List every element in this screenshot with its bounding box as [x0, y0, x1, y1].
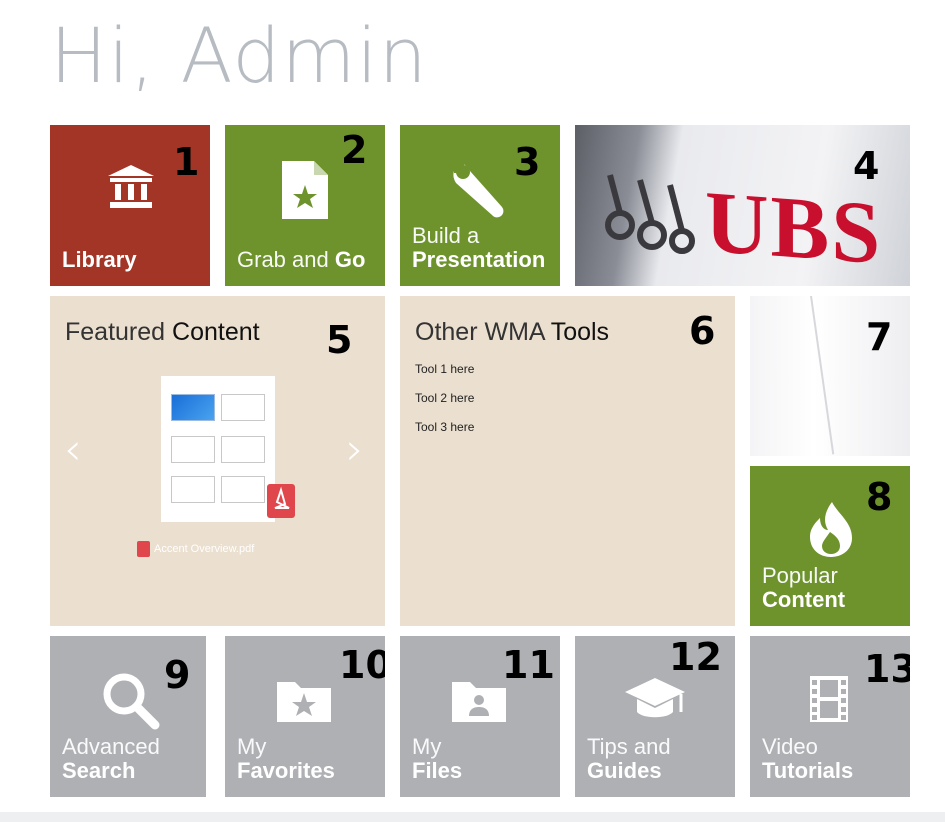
tile-build-presentation[interactable]: 3 Build a Presentation — [400, 125, 560, 286]
tile-popular-content[interactable]: 8 Popular Content — [750, 466, 910, 626]
tile-number: 8 — [866, 475, 893, 519]
featured-file-link[interactable]: Accent Overview.pdf — [137, 541, 254, 557]
image-stripe — [810, 296, 835, 455]
tile-featured-content[interactable]: Featured Content 5 ‹ › Accent Overview.p… — [50, 296, 385, 626]
pdf-small-icon — [137, 541, 150, 557]
tool-link[interactable]: Tool 2 here — [415, 391, 474, 405]
tile-label: Tips and Guides — [587, 734, 671, 783]
tile-grab-and-go[interactable]: 2 Grab and Go — [225, 125, 385, 286]
tool-link[interactable]: Tool 1 here — [415, 362, 474, 376]
tile-tips-guides[interactable]: 12 Tips and Guides — [575, 636, 735, 797]
featured-document-thumbnail[interactable] — [161, 376, 275, 522]
tile-my-files[interactable]: 11 My Files — [400, 636, 560, 797]
tile-other-tools[interactable]: Other WMA Tools 6 Tool 1 here Tool 2 her… — [400, 296, 735, 626]
starred-document-icon — [282, 161, 328, 219]
tile-my-favorites[interactable]: 10 My Favorites — [225, 636, 385, 797]
tile-number: 13 — [864, 647, 910, 691]
tool-link[interactable]: Tool 3 here — [415, 420, 474, 434]
search-icon — [103, 673, 160, 730]
film-strip-icon — [810, 676, 848, 722]
tile-video-tutorials[interactable]: 13 Video Tutorials — [750, 636, 910, 797]
tile-label: Build a Presentation — [412, 223, 546, 272]
tile-number: 6 — [689, 309, 716, 353]
tile-number: 12 — [669, 636, 722, 679]
carousel-next-button[interactable]: › — [346, 424, 364, 475]
tile-number: 2 — [341, 128, 368, 172]
flame-icon — [810, 502, 852, 557]
tile-number: 7 — [866, 315, 893, 359]
tile-number: 10 — [339, 643, 385, 687]
tile-number: 3 — [514, 140, 541, 184]
tile-ubs-image[interactable]: UBS 4 — [575, 125, 910, 286]
other-tools-title: Other WMA Tools — [415, 318, 610, 346]
tile-number: 1 — [173, 140, 200, 184]
page-footer-bar — [0, 812, 945, 822]
wrench-icon — [453, 163, 504, 218]
keys-logo-icon — [605, 174, 695, 254]
tile-label: My Favorites — [237, 734, 335, 783]
star-folder-icon — [277, 682, 331, 722]
user-folder-icon — [452, 682, 506, 722]
tile-library[interactable]: 1 Library — [50, 125, 210, 286]
featured-content-title: Featured Content — [65, 318, 260, 346]
tile-label: Grab and Go — [237, 247, 366, 272]
tile-label: Popular Content — [762, 563, 846, 612]
tile-label: My Files — [412, 734, 463, 783]
ubs-sign-text: UBS — [705, 173, 883, 284]
tile-number: 11 — [502, 643, 555, 687]
bank-icon — [108, 165, 154, 208]
tile-label: Library — [62, 247, 137, 272]
pdf-icon — [267, 484, 295, 518]
page-greeting: Hi, Admin — [50, 11, 428, 100]
tile-number: 5 — [326, 318, 353, 362]
tile-label: Video Tutorials — [762, 734, 854, 783]
tile-number: 4 — [853, 144, 880, 188]
tile-advanced-search[interactable]: 9 Advanced Search — [50, 636, 206, 797]
tile-number: 9 — [164, 653, 191, 697]
carousel-prev-button[interactable]: ‹ — [64, 424, 82, 475]
graduation-cap-icon — [625, 678, 685, 718]
tile-image-7[interactable]: 7 — [750, 296, 910, 456]
tile-label: Advanced Search — [62, 734, 160, 783]
